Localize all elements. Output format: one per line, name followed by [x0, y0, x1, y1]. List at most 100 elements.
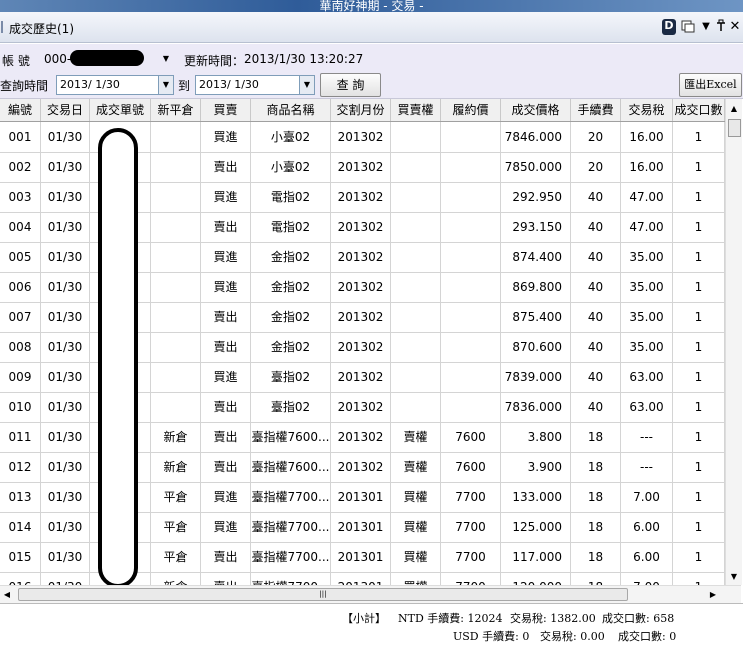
- table-cell: 201302: [331, 152, 391, 182]
- table-cell: [391, 242, 441, 272]
- scroll-up-icon[interactable]: ▲: [726, 101, 742, 117]
- table-cell: 20: [571, 152, 621, 182]
- table-cell: 買進: [201, 182, 251, 212]
- table-cell: 18: [571, 422, 621, 452]
- table-cell: 小臺02: [251, 122, 331, 152]
- column-header[interactable]: 交易稅: [621, 99, 673, 121]
- table-cell: 買權: [391, 512, 441, 542]
- table-cell: 006: [0, 272, 41, 302]
- table-cell: [391, 362, 441, 392]
- horizontal-scroll-thumb[interactable]: |||: [18, 588, 628, 601]
- table-cell: 01/30: [41, 452, 90, 482]
- table-cell: 01/30: [41, 272, 90, 302]
- table-cell: 1: [673, 122, 725, 152]
- column-header[interactable]: 手續費: [571, 99, 621, 121]
- table-cell: 201302: [331, 332, 391, 362]
- account-dropdown-icon[interactable]: ▼: [159, 53, 173, 65]
- column-header[interactable]: 交易日: [41, 99, 90, 121]
- from-date-value: 2013/ 1/30: [60, 78, 120, 91]
- table-cell: 金指02: [251, 332, 331, 362]
- scroll-left-icon[interactable]: ◀: [0, 586, 14, 603]
- table-cell: [151, 302, 201, 332]
- column-header[interactable]: 成交口數: [673, 99, 725, 121]
- column-header[interactable]: 交割月份: [331, 99, 391, 121]
- table-cell: 18: [571, 542, 621, 572]
- table-cell: 875.400: [501, 302, 571, 332]
- usd-fee: USD 手續費: 0: [453, 630, 530, 643]
- table-cell: 7700: [441, 572, 501, 585]
- table-cell: 賣出: [201, 302, 251, 332]
- query-button[interactable]: 查 詢: [320, 73, 381, 97]
- table-cell: 63.00: [621, 362, 673, 392]
- panel-grip-icon: [1, 21, 3, 33]
- table-cell: 013: [0, 482, 41, 512]
- table-cell: [391, 392, 441, 422]
- table-cell: 201302: [331, 392, 391, 422]
- column-header[interactable]: 買賣權: [391, 99, 441, 121]
- table-cell: 1: [673, 482, 725, 512]
- table-cell: 賣出: [201, 332, 251, 362]
- column-header[interactable]: 商品名稱: [251, 99, 331, 121]
- table-cell: 201302: [331, 422, 391, 452]
- column-header[interactable]: 成交單號: [90, 99, 151, 121]
- vertical-scrollbar[interactable]: ▲ ▼: [725, 99, 742, 585]
- column-header[interactable]: 編號: [0, 99, 41, 121]
- close-icon[interactable]: ✕: [729, 19, 741, 35]
- d-logo-icon[interactable]: D: [662, 19, 676, 35]
- app-titlebar: 華南好神期 - 交易 -: [0, 0, 743, 13]
- float-window-icon[interactable]: [681, 19, 695, 35]
- table-cell: [151, 392, 201, 422]
- table-cell: 201302: [331, 362, 391, 392]
- table-cell: 63.00: [621, 392, 673, 422]
- column-header[interactable]: 履約價: [441, 99, 501, 121]
- from-date-dropdown-icon[interactable]: ▼: [158, 76, 173, 94]
- scroll-right-icon[interactable]: ▶: [706, 586, 720, 603]
- table-cell: 125.000: [501, 512, 571, 542]
- table-cell: 買權: [391, 572, 441, 585]
- table-cell: 1: [673, 512, 725, 542]
- table-cell: 賣出: [201, 392, 251, 422]
- table-cell: 買進: [201, 272, 251, 302]
- update-time-value: 2013/1/30 13:20:27: [244, 52, 364, 66]
- table-cell: 870.600: [501, 332, 571, 362]
- table-cell: 賣權: [391, 422, 441, 452]
- table-cell: 臺指權7700...: [251, 512, 331, 542]
- pin-icon[interactable]: [715, 19, 727, 35]
- column-header[interactable]: 新平倉: [151, 99, 201, 121]
- table-cell: 7700: [441, 482, 501, 512]
- table-cell: 015: [0, 542, 41, 572]
- table-cell: 賣出: [201, 422, 251, 452]
- from-date-picker[interactable]: 2013/ 1/30 ▼: [56, 75, 174, 95]
- table-cell: 007: [0, 302, 41, 332]
- table-cell: 18: [571, 452, 621, 482]
- table-cell: [391, 302, 441, 332]
- table-cell: 40: [571, 212, 621, 242]
- table-cell: 005: [0, 242, 41, 272]
- table-cell: [151, 332, 201, 362]
- table-cell: 01/30: [41, 182, 90, 212]
- scroll-down-icon[interactable]: ▼: [726, 569, 742, 585]
- column-header[interactable]: 成交價格: [501, 99, 571, 121]
- table-cell: 01/30: [41, 332, 90, 362]
- order-number-redaction: [98, 128, 138, 588]
- table-cell: 008: [0, 332, 41, 362]
- vertical-scroll-thumb[interactable]: [728, 119, 741, 137]
- table-cell: 201302: [331, 212, 391, 242]
- column-header[interactable]: 買賣: [201, 99, 251, 121]
- table-cell: 01/30: [41, 302, 90, 332]
- export-excel-button[interactable]: 匯出Excel: [679, 73, 742, 97]
- table-cell: 010: [0, 392, 41, 422]
- table-cell: [391, 182, 441, 212]
- table-cell: [151, 182, 201, 212]
- horizontal-scrollbar[interactable]: ◀ ||| ▶: [0, 585, 741, 603]
- table-cell: 16.00: [621, 122, 673, 152]
- table-cell: 18: [571, 512, 621, 542]
- to-date-picker[interactable]: 2013/ 1/30 ▼: [195, 75, 315, 95]
- to-date-value: 2013/ 1/30: [199, 78, 259, 91]
- chevron-down-icon[interactable]: ▼: [700, 19, 712, 35]
- table-cell: 35.00: [621, 272, 673, 302]
- to-date-dropdown-icon[interactable]: ▼: [299, 76, 314, 94]
- table-cell: 004: [0, 212, 41, 242]
- table-cell: 7.00: [621, 572, 673, 585]
- table-cell: [151, 212, 201, 242]
